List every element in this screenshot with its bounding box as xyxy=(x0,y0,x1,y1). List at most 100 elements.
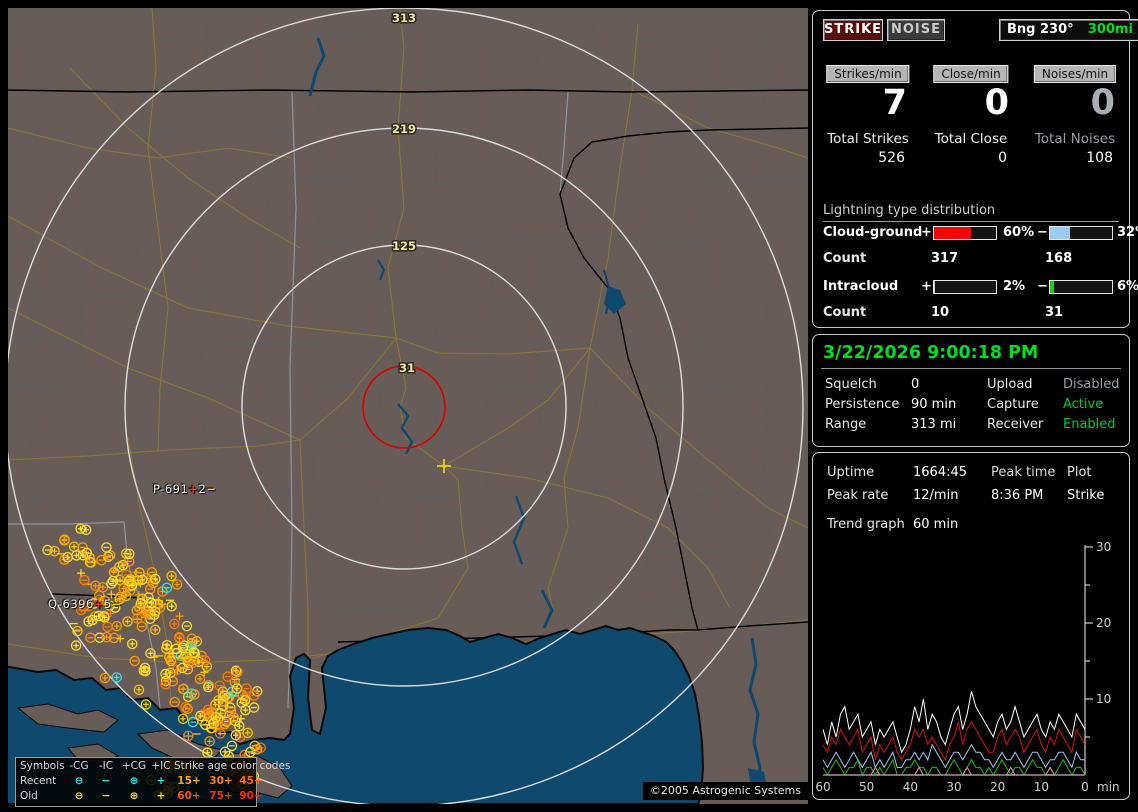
strikes-per-min-value: 7 xyxy=(882,83,907,123)
intracloud-label: Intracloud xyxy=(823,279,899,294)
range-label: Range xyxy=(825,417,867,432)
neg-cg-old-icon: ⊖ xyxy=(74,790,84,802)
svg-text:10: 10 xyxy=(1096,692,1111,706)
upload-status: Disabled xyxy=(1063,377,1120,392)
noises-per-min-value: 0 xyxy=(1090,83,1115,123)
ic-minus-bar xyxy=(1049,280,1113,294)
svg-text:0: 0 xyxy=(1081,780,1089,794)
svg-text:20: 20 xyxy=(990,780,1005,794)
capture-status: Active xyxy=(1063,397,1104,412)
range-value: 313 mi xyxy=(911,417,957,432)
legend-symbols-header: Symbols xyxy=(20,760,65,772)
noises-per-min-button[interactable]: Noises/min xyxy=(1033,65,1117,83)
map-canvas: 313 219 125 31 xyxy=(3,7,809,807)
total-noises-label: Total Noises xyxy=(1034,131,1116,147)
strike-legend: Symbols -CG -IC +CG +IC Strike age color… xyxy=(15,757,290,807)
distribution-title: Lightning type distribution xyxy=(823,203,1119,222)
age-60: 60+ xyxy=(177,790,201,802)
cg-plus-bar xyxy=(933,226,997,240)
uptime-value: 1664:45 xyxy=(913,465,968,480)
strike-stats-panel: STRIKE NOISE Bng 230° 300mi Strikes/min … xyxy=(812,10,1138,328)
ring-label-219: 219 xyxy=(392,122,416,136)
ic-minus-pct: 6% xyxy=(1117,279,1138,294)
legend-col-pos-ic: +IC xyxy=(151,760,171,772)
age-90: 90+ xyxy=(239,790,263,802)
upload-label: Upload xyxy=(987,377,1033,392)
squelch-label: Squelch xyxy=(825,377,877,392)
persistence-value: 90 min xyxy=(911,397,957,412)
ic-plus-bar xyxy=(933,280,997,294)
persistence-label: Persistence xyxy=(825,397,900,412)
cg-plus-count: 317 xyxy=(931,251,959,266)
legend-col-neg-cg: -CG xyxy=(69,760,89,772)
divider xyxy=(821,368,1121,369)
noises-column: Noises/min 0 Total Noises 108 xyxy=(1027,11,1123,171)
plus-sign: + xyxy=(921,279,932,294)
strikes-per-min-button[interactable]: Strikes/min xyxy=(826,65,910,83)
receiver-label: Receiver xyxy=(987,417,1044,432)
storm-cell-label: P-691+2− xyxy=(153,482,217,496)
total-close-value: 0 xyxy=(998,150,1007,166)
svg-text:10: 10 xyxy=(1034,780,1049,794)
plot-mode-value: Strike xyxy=(1067,488,1105,503)
svg-text:40: 40 xyxy=(903,780,918,794)
svg-text:min: min xyxy=(1097,780,1120,794)
peak-time-value: 8:36 PM xyxy=(991,488,1044,503)
ring-label-125: 125 xyxy=(392,239,416,253)
svg-text:60: 60 xyxy=(815,780,830,794)
trend-graph-label: Trend graph xyxy=(827,517,905,532)
trend-graph: 10 20 30 60 50 40 30 20 10 0 min xyxy=(815,540,1120,794)
svg-text:50: 50 xyxy=(859,780,874,794)
ring-label-31: 31 xyxy=(399,361,415,375)
cg-minus-pct: 32% xyxy=(1117,225,1138,240)
strikes-column: Strikes/min 7 Total Strikes 526 xyxy=(821,11,915,171)
peak-rate-value: 12/min xyxy=(913,488,959,503)
legend-col-neg-ic: -IC xyxy=(98,760,114,772)
cg-minus-count: 168 xyxy=(1045,251,1073,266)
svg-text:20: 20 xyxy=(1096,616,1111,630)
datetime-display: 3/22/2026 9:00:18 PM xyxy=(823,343,1039,363)
svg-text:30: 30 xyxy=(1096,540,1111,554)
cg-minus-bar xyxy=(1049,226,1113,240)
legend-recent-label: Recent xyxy=(20,775,57,787)
copyright-notice: ©2005 Astrogenic Systems xyxy=(642,782,808,800)
plus-sign: + xyxy=(921,225,932,240)
storm-cell-label: Q-6396+5− xyxy=(48,597,122,611)
capture-label: Capture xyxy=(987,397,1039,412)
neg-cg-recent-icon: ⊖ xyxy=(74,775,84,787)
cg-plus-pct: 60% xyxy=(1003,225,1035,240)
total-close-label: Total Close xyxy=(934,131,1008,147)
pos-ic-recent-icon: + xyxy=(156,775,166,787)
cloud-ground-row: Cloud-ground + 60% − 32% xyxy=(813,225,1138,241)
minus-sign: − xyxy=(1037,279,1048,294)
ic-plus-pct: 2% xyxy=(1003,279,1026,294)
minus-sign: − xyxy=(1037,225,1048,240)
age-30: 30+ xyxy=(209,775,233,787)
svg-text:30: 30 xyxy=(946,780,961,794)
ic-minus-count: 31 xyxy=(1045,305,1064,320)
receiver-status: Enabled xyxy=(1063,417,1116,432)
total-noises-value: 108 xyxy=(1086,150,1113,166)
trend-panel: Uptime 1664:45 Peak time Plot Peak rate … xyxy=(812,452,1130,800)
neg-ic-recent-icon: − xyxy=(101,775,111,787)
pos-ic-old-icon: + xyxy=(156,790,166,802)
plot-label: Plot xyxy=(1067,465,1092,480)
ic-plus-count: 10 xyxy=(931,305,950,320)
age-75: 75+ xyxy=(209,790,233,802)
age-15: 15+ xyxy=(177,775,201,787)
age-45: 45+ xyxy=(239,775,263,787)
total-strikes-label: Total Strikes xyxy=(827,131,909,147)
lightning-map[interactable]: 313 219 125 31 P-691+2− Q-6396+5− Symbol… xyxy=(3,7,809,807)
pos-cg-recent-icon: ⊕ xyxy=(129,775,139,787)
close-per-min-value: 0 xyxy=(984,83,1009,123)
pos-cg-old-icon: ⊕ xyxy=(129,790,139,802)
trend-window-value: 60 min xyxy=(913,517,959,532)
total-strikes-value: 526 xyxy=(878,150,905,166)
neg-ic-old-icon: − xyxy=(101,790,111,802)
close-column: Close/min 0 Total Close 0 xyxy=(925,11,1017,171)
squelch-value: 0 xyxy=(911,377,920,392)
close-per-min-button[interactable]: Close/min xyxy=(933,65,1009,83)
legend-col-pos-cg: +CG xyxy=(121,760,147,772)
cloud-ground-label: Cloud-ground xyxy=(823,225,923,240)
peak-rate-label: Peak rate xyxy=(827,488,889,503)
